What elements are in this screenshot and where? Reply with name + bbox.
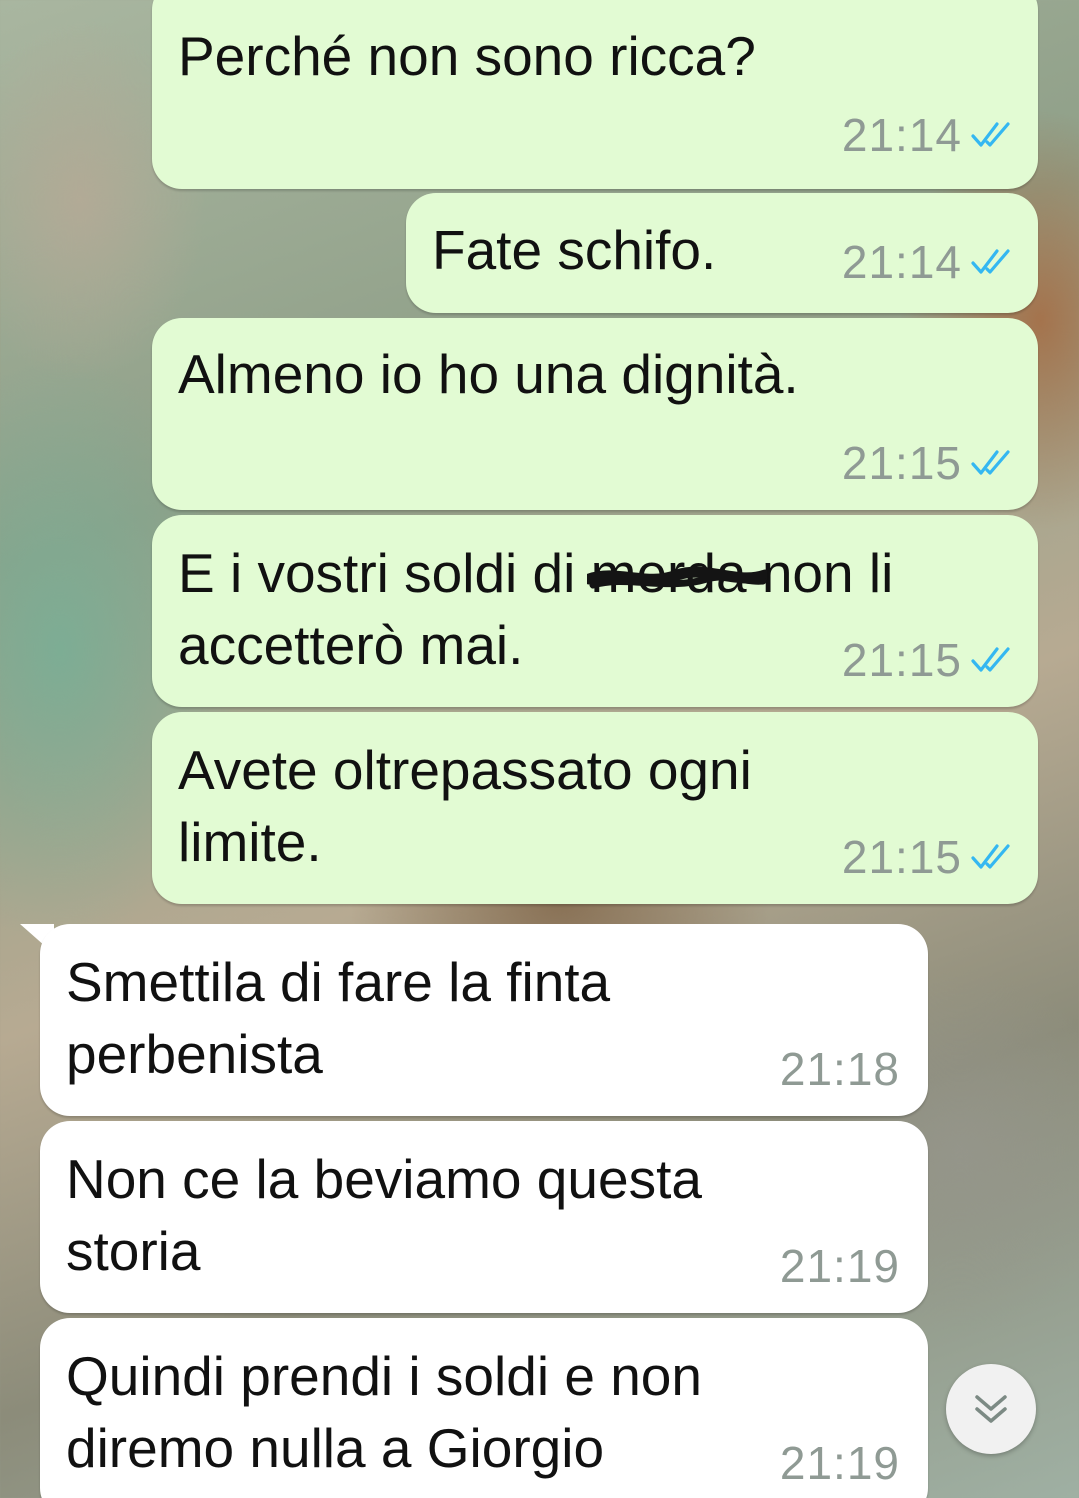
message-bubble-incoming[interactable]: Quindi prendi i soldi e non diremo nulla…: [40, 1318, 928, 1498]
message-time: 21:15: [841, 634, 962, 686]
message-meta: 21:14: [842, 108, 1014, 162]
message-text-line2: limite.: [178, 811, 322, 873]
double-check-icon: [971, 249, 1010, 274]
double-check-icon: [971, 122, 1010, 147]
message-text: Non ce la beviamo questa: [66, 1148, 702, 1210]
message-bubble-outgoing[interactable]: Almeno io ho una dignità. 21:15: [152, 318, 1038, 510]
message-bubble-incoming[interactable]: Smettila di fare la finta perbenista 21:…: [40, 924, 928, 1116]
message-bubble-incoming[interactable]: Non ce la beviamo questa storia 21:19: [40, 1121, 928, 1313]
message-text: Quindi prendi i soldi e non: [66, 1345, 702, 1407]
message-text: E i vostri soldi di merda non li: [178, 539, 893, 607]
double-check-icon: [971, 844, 1010, 869]
message-time: 21:14: [841, 236, 962, 288]
message-bubble-outgoing[interactable]: Perché non sono ricca? 21:14: [152, 0, 1038, 189]
message-time: 21:19: [779, 1240, 900, 1292]
message-text-line2: storia: [66, 1220, 201, 1282]
double-check-icon: [971, 647, 1010, 672]
message-bubble-outgoing[interactable]: E i vostri soldi di merda non li accette…: [152, 515, 1038, 707]
message-text: Avete oltrepassato ogni: [178, 739, 752, 801]
message-text-line2: perbenista: [66, 1023, 323, 1085]
message-meta: 21:14: [842, 235, 1014, 289]
message-text-part: E i vostri soldi di: [178, 542, 591, 604]
message-meta: 21:19: [780, 1436, 900, 1490]
scroll-to-bottom-button[interactable]: [946, 1364, 1036, 1454]
message-bubble-outgoing[interactable]: Fate schifo. 21:14: [406, 193, 1038, 313]
message-text-line2: diremo nulla a Giorgio: [66, 1417, 605, 1479]
message-text: Smettila di fare la finta: [66, 951, 611, 1013]
message-text: Fate schifo.: [432, 219, 717, 281]
double-check-icon: [971, 450, 1010, 475]
message-time: 21:15: [841, 437, 962, 489]
message-meta: 21:15: [842, 830, 1014, 884]
message-time: 21:15: [841, 831, 962, 883]
message-time: 21:14: [841, 109, 962, 161]
double-chevron-down-icon: [975, 1395, 1007, 1423]
message-bubble-outgoing[interactable]: Avete oltrepassato ogni limite. 21:15: [152, 712, 1038, 904]
message-meta: 21:19: [780, 1239, 900, 1293]
message-text: Almeno io ho una dignità.: [178, 343, 799, 405]
message-meta: 21:15: [842, 436, 1014, 490]
message-text: Perché non sono ricca?: [178, 25, 756, 87]
scribbled-word: merda: [586, 539, 767, 607]
message-time: 21:19: [779, 1437, 900, 1489]
message-meta: 21:18: [780, 1042, 900, 1096]
message-meta: 21:15: [842, 633, 1014, 687]
scribble-mark: [586, 566, 767, 589]
message-text-part: non li: [746, 542, 894, 604]
message-text-line2: accetterò mai.: [178, 614, 524, 676]
message-time: 21:18: [779, 1043, 900, 1095]
